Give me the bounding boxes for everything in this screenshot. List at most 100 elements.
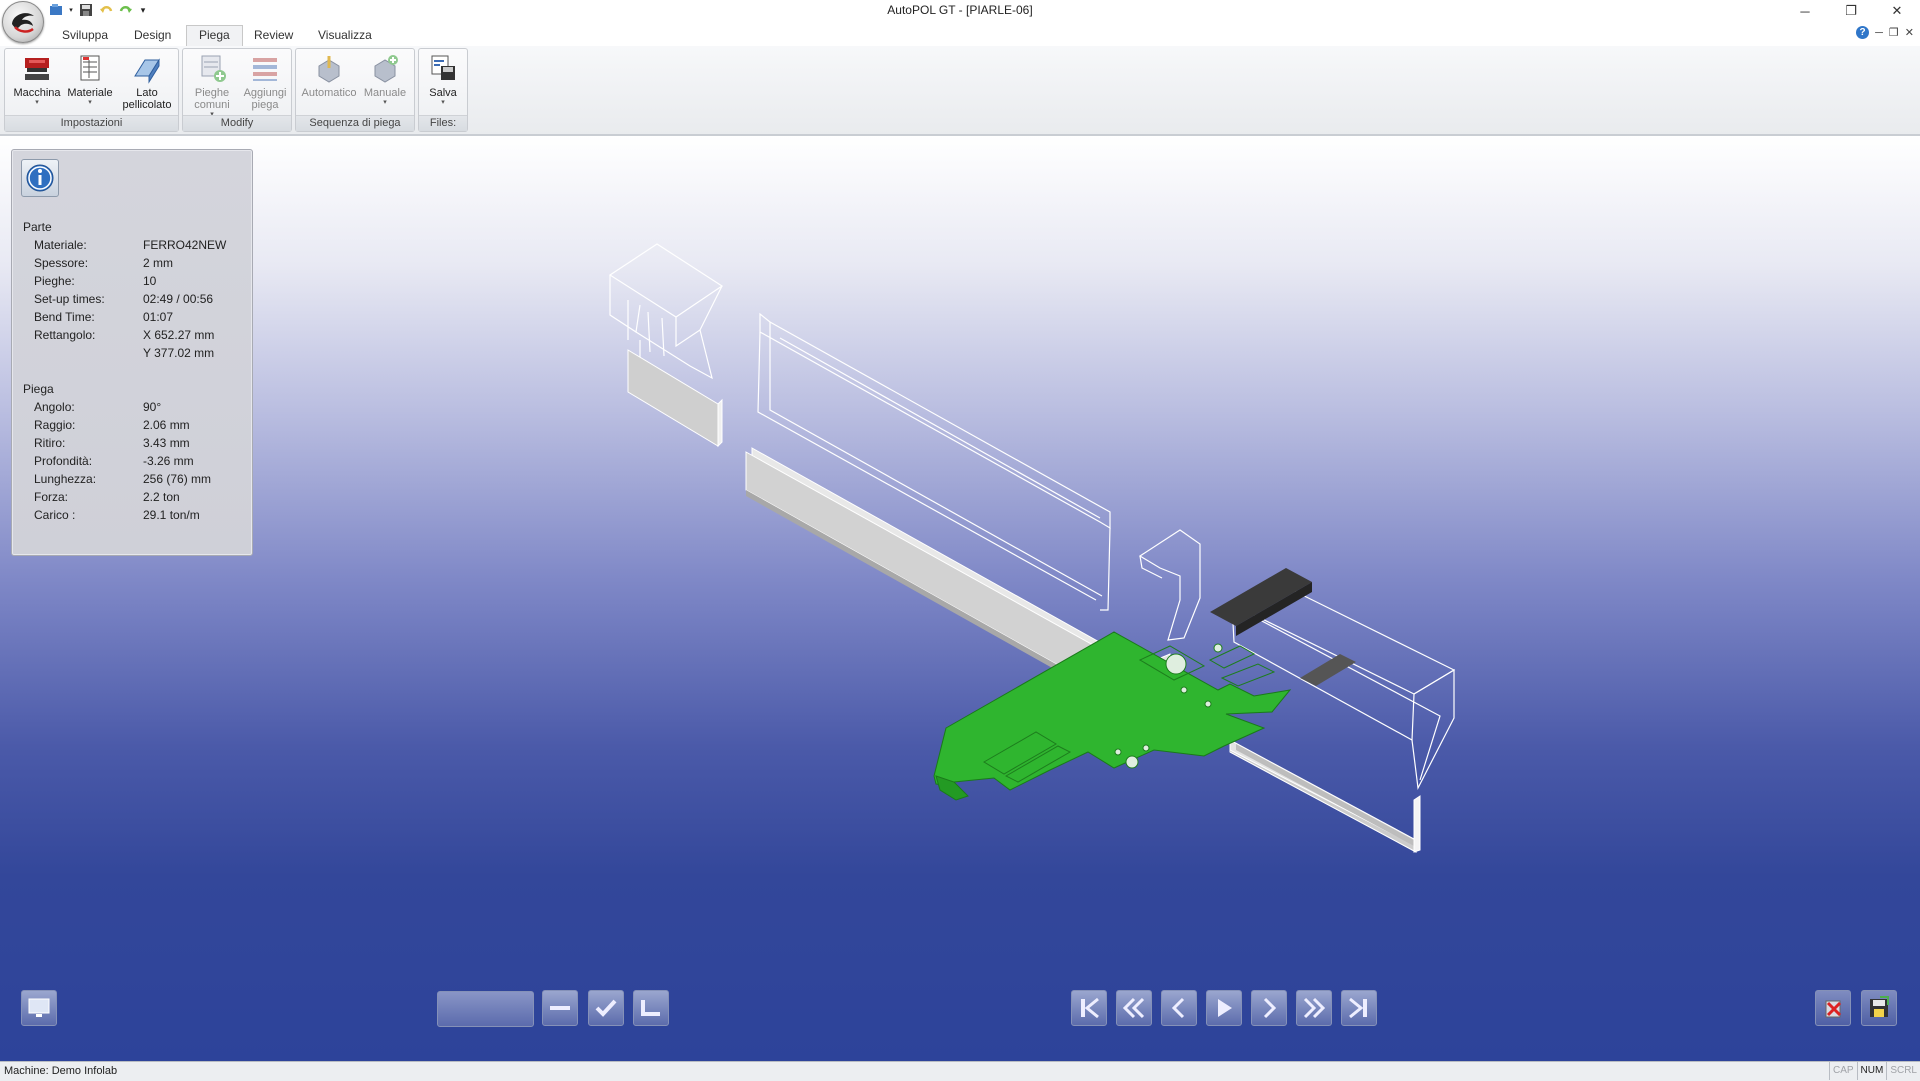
manual-sequence-icon [374, 55, 398, 83]
key-indicators: CAP NUM SCRL [1828, 1062, 1920, 1080]
part-row: Set-up times: 02:49 / 00:56 [34, 292, 214, 306]
automatic-sequence-icon [318, 56, 340, 83]
group-label-sequenza: Sequenza di piega [296, 115, 414, 131]
bend-row: Ritiro: 3.43 mm [34, 436, 190, 450]
bend-row: Raggio: 2.06 mm [34, 418, 190, 432]
left-die [627, 349, 723, 448]
delete-icon [1825, 1000, 1842, 1018]
bend-row: Lunghezza: 256 (76) mm [34, 472, 212, 486]
material-table-icon [80, 55, 100, 81]
part-section-title: Parte [23, 220, 52, 234]
info-icon [26, 164, 54, 192]
bending-scene [608, 243, 1456, 853]
ribbon-tab-bar: Sviluppa Design Piega Review Visualizza … [0, 22, 1920, 47]
angle-bend-icon [641, 1000, 660, 1016]
group-modify: Pieghe comuni▾ Aggiungi piega Modify [182, 48, 292, 132]
check-icon [595, 999, 617, 1017]
double-chevron-right-icon [1303, 997, 1326, 1019]
mdi-close-icon[interactable]: ✕ [1905, 26, 1914, 39]
bend-row: Forza: 2.2 ton [34, 490, 180, 504]
middle-angle-punch [1138, 529, 1201, 641]
group-label-impostazioni: Impostazioni [5, 115, 178, 131]
info-panel: Parte Materiale: FERRO42NEW Spessore: 2 mm… [11, 149, 253, 556]
play-icon [1218, 999, 1232, 1017]
close-button[interactable]: ✕ [1874, 0, 1920, 22]
part-row: Spessore: 2 mm [34, 256, 173, 270]
mdi-controls: ? ─ ❐ ✕ [1856, 26, 1914, 39]
machine-status: Machine: Demo Infolab [4, 1065, 118, 1077]
display-mode-button[interactable] [21, 990, 57, 1026]
part-row: Bend Time: 01:07 [34, 310, 174, 324]
play-button[interactable] [1206, 990, 1242, 1026]
chevron-left-icon [1171, 997, 1185, 1019]
automatico-button[interactable]: Automatico [300, 52, 358, 99]
tab-piega[interactable]: Piega [186, 25, 243, 47]
skip-first-icon [1081, 997, 1099, 1019]
group-label-files: Files: [419, 115, 467, 131]
part-row: Y 377.02 mm [143, 346, 215, 360]
save-file-icon [431, 55, 455, 80]
last-bend-button[interactable] [1341, 990, 1377, 1026]
lato-pellicolato-button[interactable]: Lato pellicolato [117, 52, 177, 111]
salva-button[interactable]: Salva ▾ [421, 52, 465, 107]
bend-row: Profondità: -3.26 mm [34, 454, 194, 468]
caps-lock-indicator: CAP [1828, 1062, 1857, 1080]
autopol-logo-icon [12, 13, 34, 33]
macchina-button[interactable]: Macchina ▾ [10, 52, 64, 107]
num-lock-indicator: NUM [1856, 1062, 1887, 1080]
delete-sequence-button[interactable] [1815, 990, 1851, 1026]
tab-design[interactable]: Design [122, 26, 183, 46]
help-icon[interactable]: ? [1856, 26, 1870, 39]
first-bend-button[interactable] [1071, 990, 1107, 1026]
mdi-minimize-icon[interactable]: ─ [1875, 27, 1883, 39]
skip-last-icon [1349, 997, 1367, 1019]
info-button[interactable] [21, 159, 59, 197]
confirm-button[interactable] [588, 990, 624, 1026]
double-chevron-left-icon [1122, 997, 1145, 1019]
manuale-button[interactable]: Manuale ▾ [358, 52, 412, 107]
press-brake-icon [25, 58, 49, 80]
right-lower-die [1229, 739, 1421, 853]
part-row: Materiale: FERRO42NEW [34, 238, 227, 252]
flatten-button[interactable] [542, 990, 578, 1026]
minus-icon [550, 1006, 570, 1010]
part-row: Pieghe: 10 [34, 274, 157, 288]
next-bend-button[interactable] [1251, 990, 1287, 1026]
tab-sviluppa[interactable]: Sviluppa [50, 26, 120, 46]
save-icon [1870, 996, 1889, 1017]
restore-button[interactable]: ❐ [1828, 0, 1874, 22]
bend-row: Carico :29.1 ton/m [34, 508, 200, 522]
common-bends-icon [201, 55, 226, 82]
monitor-icon [28, 998, 50, 1017]
save-sequence-button[interactable] [1861, 990, 1897, 1026]
part-row: Rettangolo: X 652.27 mm [34, 328, 215, 342]
3d-viewport[interactable]: Parte Materiale: FERRO42NEW Spessore: 2 mm… [0, 136, 1920, 1061]
ribbon: Macchina ▾ Materiale ▾ Lato pellicolato Im… [0, 46, 1920, 136]
upper-left-punch [608, 243, 724, 380]
group-sequenza-di-piega: Automatico Manuale ▾ Sequenza di piega [295, 48, 415, 132]
aggiungi-piega-button[interactable]: Aggiungi piega [238, 52, 292, 111]
fast-back-button[interactable] [1116, 990, 1152, 1026]
group-impostazioni: Macchina ▾ Materiale ▾ Lato pellicolato Im… [4, 48, 179, 132]
window-controls: ─ ❐ ✕ [1782, 0, 1920, 22]
status-bar: Machine: Demo Infolab CAP NUM SCRL [0, 1061, 1920, 1081]
film-side-icon [134, 58, 160, 84]
tab-review[interactable]: Review [242, 26, 305, 46]
pieghe-comuni-button[interactable]: Pieghe comuni▾ [185, 52, 239, 119]
fast-forward-button[interactable] [1296, 990, 1332, 1026]
title-bar: ▾ ▾ AutoPOL GT - [PIARLE-06] ─ ❐ ✕ [0, 0, 1920, 43]
mdi-restore-icon[interactable]: ❐ [1889, 26, 1899, 39]
sheet-metal-part [933, 631, 1292, 801]
chevron-right-icon [1263, 997, 1277, 1019]
bend-row: Angolo: 90° [34, 400, 162, 414]
bend-value-field[interactable] [437, 991, 534, 1027]
minimize-button[interactable]: ─ [1782, 0, 1828, 22]
bend-angle-button[interactable] [633, 990, 669, 1026]
scroll-lock-indicator: SCRL [1886, 1062, 1920, 1080]
group-label-modify: Modify [183, 115, 291, 131]
materiale-button[interactable]: Materiale ▾ [63, 52, 117, 107]
window-title: AutoPOL GT - [PIARLE-06] [887, 3, 1033, 17]
tab-visualizza[interactable]: Visualizza [306, 26, 384, 46]
app-menu-button[interactable] [2, 1, 44, 43]
previous-bend-button[interactable] [1161, 990, 1197, 1026]
